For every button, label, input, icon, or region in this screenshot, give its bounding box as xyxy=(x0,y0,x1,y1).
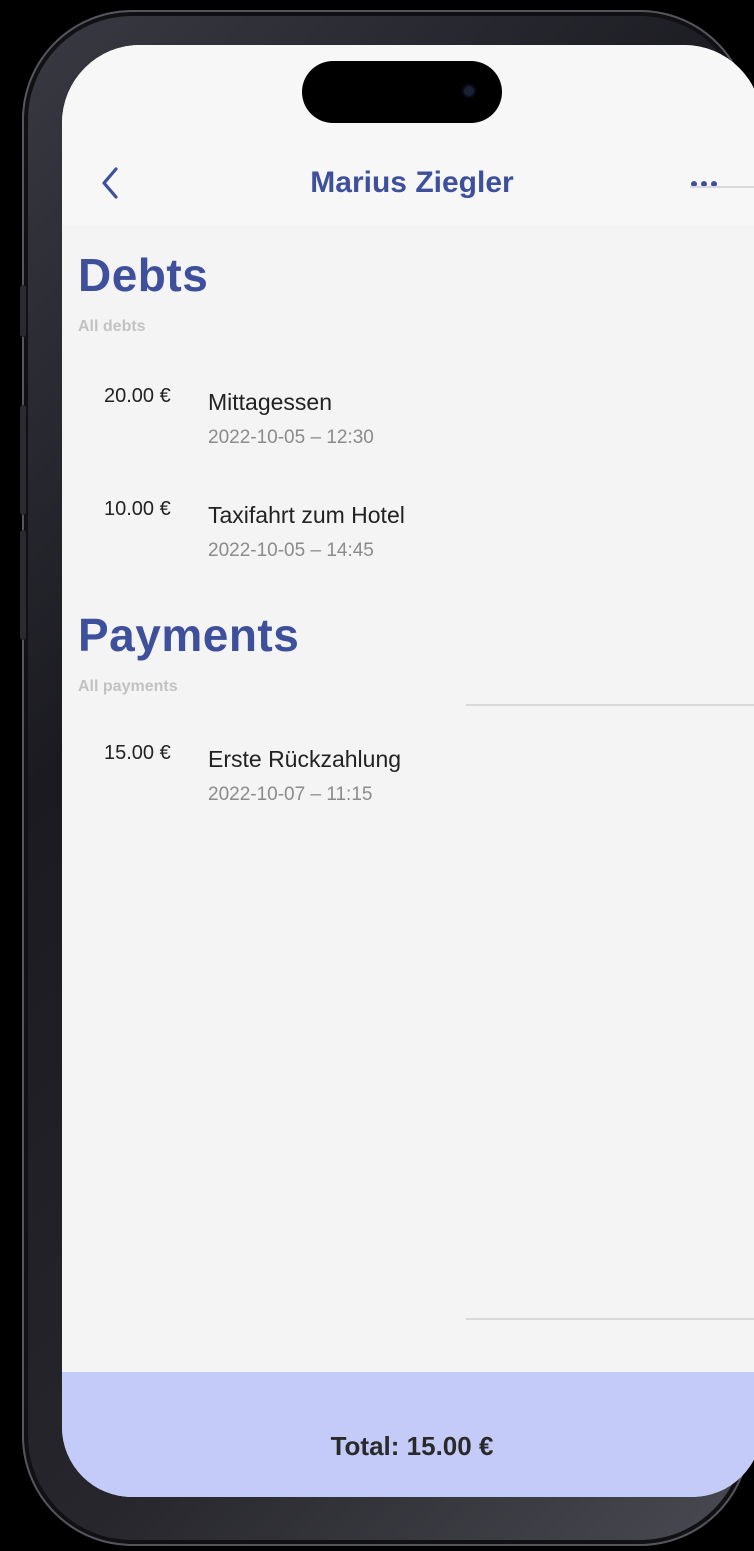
guide-line xyxy=(466,1318,754,1320)
debts-subtitle: All debts xyxy=(78,318,146,335)
debts-heading: Debts xyxy=(78,249,209,301)
device-stage: Marius Ziegler Debts All debts 20.00 € M… xyxy=(0,0,754,1551)
payments-heading: Payments xyxy=(78,609,300,661)
payments-subtitle: All payments xyxy=(78,678,178,695)
entry-date: 2022-10-05 – 12:30 xyxy=(208,427,374,448)
side-button xyxy=(20,405,26,515)
entry-date: 2022-10-05 – 14:45 xyxy=(208,540,374,561)
guide-line xyxy=(690,186,754,188)
total-footer: Total: 15.00 € xyxy=(62,1372,754,1497)
debt-item[interactable]: 10.00 € Taxifahrt zum Hotel 2022-10-05 –… xyxy=(62,498,754,578)
entry-date: 2022-10-07 – 11:15 xyxy=(208,784,373,805)
app-screen: Marius Ziegler Debts All debts 20.00 € M… xyxy=(62,45,754,1497)
more-options-button[interactable] xyxy=(682,169,726,199)
page-title: Marius Ziegler xyxy=(310,166,514,199)
entry-amount: 15.00 € xyxy=(104,742,171,764)
payment-item[interactable]: 15.00 € Erste Rückzahlung 2022-10-07 – 1… xyxy=(62,742,754,822)
debt-item[interactable]: 20.00 € Mittagessen 2022-10-05 – 12:30 xyxy=(62,385,754,465)
entry-description: Mittagessen xyxy=(208,389,333,415)
total-amount: Total: 15.00 € xyxy=(330,1431,494,1461)
entry-description: Erste Rückzahlung xyxy=(208,746,402,772)
guide-line xyxy=(466,704,754,706)
side-button xyxy=(20,285,26,337)
entry-amount: 10.00 € xyxy=(104,498,171,520)
dynamic-island xyxy=(302,61,502,123)
camera-icon xyxy=(464,86,474,96)
side-button xyxy=(20,530,26,640)
entry-amount: 20.00 € xyxy=(104,385,171,407)
entry-description: Taxifahrt zum Hotel xyxy=(208,502,405,528)
